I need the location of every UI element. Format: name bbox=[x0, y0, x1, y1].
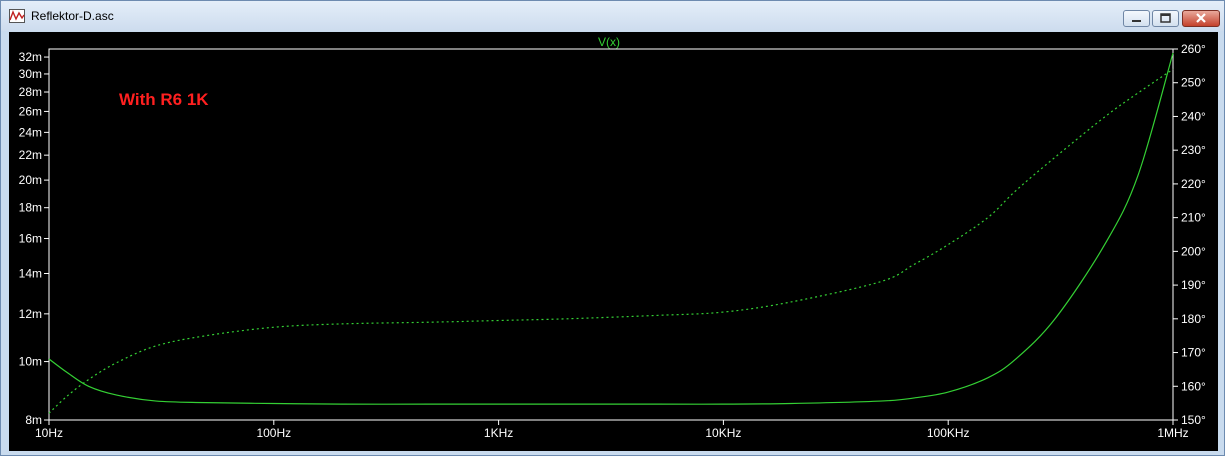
y-tick-label: 12m bbox=[19, 307, 42, 321]
bode-plot[interactable]: 8m 10m 12m 14m 16m 18m 20m 22m 24m 26m 28m 30m 32m 1… bbox=[9, 32, 1218, 451]
y2-tick-label: 210° bbox=[1181, 211, 1206, 225]
y2-tick-label: 240° bbox=[1181, 109, 1206, 123]
y-tick-label: 10m bbox=[19, 355, 42, 369]
waveform-icon bbox=[9, 9, 25, 23]
magnitude-trace bbox=[48, 52, 1174, 405]
plot-frame bbox=[48, 48, 1174, 421]
app-window: Reflektor-D.asc 8m 10m 12m 14m 16m 18m 20m 22m 2… bbox=[0, 0, 1225, 456]
y2-tick-label: 250° bbox=[1181, 76, 1206, 90]
plot-pane[interactable]: 8m 10m 12m 14m 16m 18m 20m 22m 24m 26m 28m 30m 32m 1… bbox=[9, 32, 1218, 451]
annotation-text: With R6 1K bbox=[119, 90, 209, 109]
y-tick-label: 26m bbox=[19, 104, 42, 118]
x-tick-label: 1KHz bbox=[484, 426, 513, 440]
y-tick-label: 18m bbox=[19, 201, 42, 215]
x-tick-label: 100KHz bbox=[927, 426, 970, 440]
minimize-icon bbox=[1132, 20, 1141, 22]
y2-tick-label: 230° bbox=[1181, 143, 1206, 157]
y2-tick-label: 190° bbox=[1181, 278, 1206, 292]
y2-tick-label: 170° bbox=[1181, 346, 1206, 360]
window-title: Reflektor-D.asc bbox=[31, 9, 114, 23]
phase-trace bbox=[48, 68, 1174, 414]
y2-tick-label: 260° bbox=[1181, 42, 1206, 56]
y-tick-label: 8m bbox=[25, 413, 42, 427]
trace-label[interactable]: V(x) bbox=[598, 35, 620, 49]
y-tick-label: 20m bbox=[19, 173, 42, 187]
x-tick-label: 100Hz bbox=[256, 426, 291, 440]
y-tick-label: 30m bbox=[19, 67, 42, 81]
title-bar[interactable]: Reflektor-D.asc bbox=[1, 1, 1224, 31]
maximize-icon bbox=[1160, 13, 1171, 23]
y2-tick-label: 220° bbox=[1181, 177, 1206, 191]
y2-tick-label: 150° bbox=[1181, 413, 1206, 427]
left-axis-ticks: 8m 10m 12m 14m 16m 18m 20m 22m 24m 26m 28m 30m 32m bbox=[19, 50, 49, 427]
y-tick-label: 24m bbox=[19, 125, 42, 139]
y2-tick-label: 180° bbox=[1181, 312, 1206, 326]
bottom-axis-ticks: 10Hz 100Hz 1KHz 10KHz 100KHz 1MHz bbox=[35, 420, 1189, 440]
y-tick-label: 28m bbox=[19, 85, 42, 99]
right-axis-ticks: 150° 160° 170° 180° 190° 200° 210° 220° 230° 240°… bbox=[1173, 42, 1206, 427]
close-button[interactable] bbox=[1182, 10, 1220, 27]
y-tick-label: 32m bbox=[19, 50, 42, 64]
y2-tick-label: 200° bbox=[1181, 244, 1206, 258]
y-tick-label: 22m bbox=[19, 148, 42, 162]
y-tick-label: 16m bbox=[19, 232, 42, 246]
x-tick-label: 10Hz bbox=[35, 426, 63, 440]
minimize-button[interactable] bbox=[1123, 10, 1150, 27]
y-tick-label: 14m bbox=[19, 266, 42, 280]
maximize-button[interactable] bbox=[1152, 10, 1179, 27]
x-tick-label: 1MHz bbox=[1157, 426, 1188, 440]
y2-tick-label: 160° bbox=[1181, 379, 1206, 393]
close-icon bbox=[1196, 13, 1206, 23]
x-tick-label: 10KHz bbox=[705, 426, 741, 440]
